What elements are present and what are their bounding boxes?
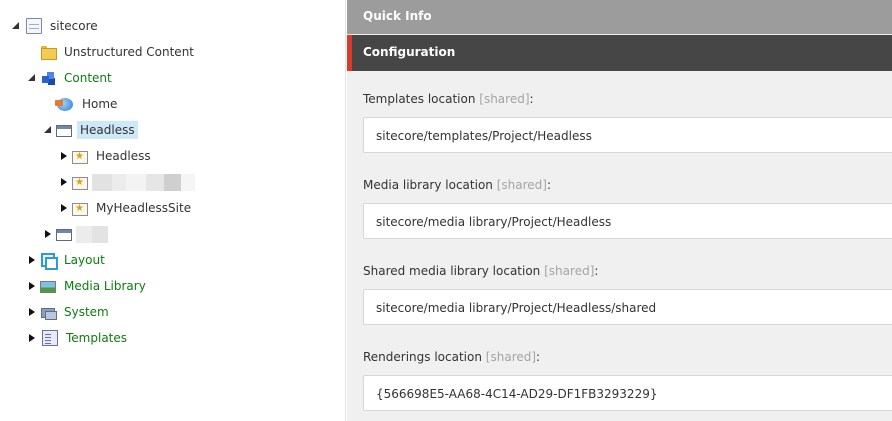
configuration-title: Configuration — [363, 45, 456, 59]
field-value: {566698E5-AA68-4C14-AD29-DF1FB3293229} — [376, 387, 658, 401]
expanded-arrow-icon[interactable] — [42, 125, 52, 135]
item-editor: Quick Info Configuration Templates locat… — [347, 0, 892, 421]
tree-item-label: Content — [64, 71, 112, 85]
document-icon — [26, 18, 42, 34]
templates-location-label: Templates location [shared]: — [363, 92, 534, 106]
shared-media-library-location-field[interactable]: sitecore/media library/Project/Headless/… — [363, 289, 892, 325]
tree-item-label: System — [64, 305, 109, 319]
templates-icon — [42, 330, 58, 346]
field-value: sitecore/media library/Project/Headless — [376, 215, 612, 229]
tree-item-redacted-folder[interactable] — [45, 223, 108, 245]
tree-item-label: Headless — [96, 149, 151, 163]
tree-item-unstructured-content[interactable]: Unstructured Content — [40, 41, 197, 63]
collapsed-arrow-icon[interactable] — [26, 333, 36, 343]
redacted-label — [76, 225, 108, 243]
folder-icon — [40, 44, 57, 60]
tree-item-label: MyHeadlessSite — [96, 201, 192, 215]
tree-item-home[interactable]: Home — [55, 93, 120, 115]
shared-tag: [shared] — [496, 178, 547, 192]
field-value: sitecore/media library/Project/Headless/… — [376, 301, 657, 315]
shared-media-library-location-label: Shared media library location [shared]: — [363, 264, 599, 278]
quick-info-section-header[interactable]: Quick Info — [347, 0, 892, 34]
site-star-icon — [72, 202, 88, 216]
tree-item-myheadlesssite[interactable]: MyHeadlessSite — [61, 197, 194, 219]
expanded-arrow-icon[interactable] — [10, 21, 20, 31]
tree-item-system[interactable]: System — [29, 301, 112, 323]
tree-item-label: Layout — [64, 253, 105, 267]
media-library-location-label: Media library location [shared]: — [363, 178, 552, 192]
media-library-location-field[interactable]: sitecore/media library/Project/Headless — [363, 203, 892, 239]
renderings-location-label: Renderings location [shared]: — [363, 350, 541, 364]
configuration-section-header[interactable]: Configuration — [347, 35, 892, 71]
shared-tag: [shared] — [544, 264, 595, 278]
shared-tag: [shared] — [485, 350, 537, 364]
collapsed-arrow-icon[interactable] — [26, 307, 36, 317]
tree-item-content[interactable]: Content — [28, 67, 115, 89]
collapsed-arrow-icon[interactable] — [26, 281, 36, 291]
tree-item-layout[interactable]: Layout — [29, 249, 108, 271]
redacted-label — [92, 173, 195, 191]
content-tree: sitecore Unstructured Content Content Ho… — [0, 0, 346, 421]
site-star-icon — [72, 150, 88, 164]
tree-item-headless-selected[interactable]: Headless — [44, 119, 138, 141]
site-star-icon — [72, 176, 88, 190]
tree-item-media-library[interactable]: Media Library — [29, 275, 149, 297]
system-icon — [40, 304, 57, 320]
layout-icon — [40, 252, 58, 270]
renderings-location-field[interactable]: {566698E5-AA68-4C14-AD29-DF1FB3293229} — [363, 375, 892, 411]
tree-item-label: Unstructured Content — [64, 45, 195, 59]
collapsed-arrow-icon[interactable] — [58, 151, 68, 161]
home-globe-icon — [55, 97, 73, 111]
expanded-arrow-icon[interactable] — [26, 73, 36, 83]
templates-location-field[interactable]: sitecore/templates/Project/Headless — [363, 117, 892, 153]
tree-item-redacted-site[interactable] — [61, 171, 195, 193]
tree-item-label: Headless — [77, 121, 138, 139]
tree-item-label: Home — [82, 97, 118, 111]
tree-item-label: Templates — [66, 331, 128, 345]
collapsed-arrow-icon[interactable] — [42, 229, 52, 239]
collapsed-arrow-icon[interactable] — [58, 203, 68, 213]
quick-info-title: Quick Info — [363, 9, 432, 23]
tree-item-sitecore[interactable]: sitecore — [12, 15, 101, 37]
tenant-window-icon — [56, 125, 72, 137]
field-value: sitecore/templates/Project/Headless — [376, 129, 592, 143]
tree-item-label: sitecore — [50, 19, 98, 33]
tree-item-templates[interactable]: Templates — [29, 327, 130, 349]
collapsed-arrow-icon[interactable] — [26, 255, 36, 265]
tree-item-label: Media Library — [64, 279, 146, 293]
content-cubes-icon — [40, 70, 56, 86]
media-image-icon — [40, 281, 56, 293]
tenant-window-icon — [56, 229, 72, 241]
tree-item-headless-site[interactable]: Headless — [61, 145, 154, 167]
shared-tag: [shared] — [479, 92, 530, 106]
collapsed-arrow-icon[interactable] — [58, 177, 68, 187]
